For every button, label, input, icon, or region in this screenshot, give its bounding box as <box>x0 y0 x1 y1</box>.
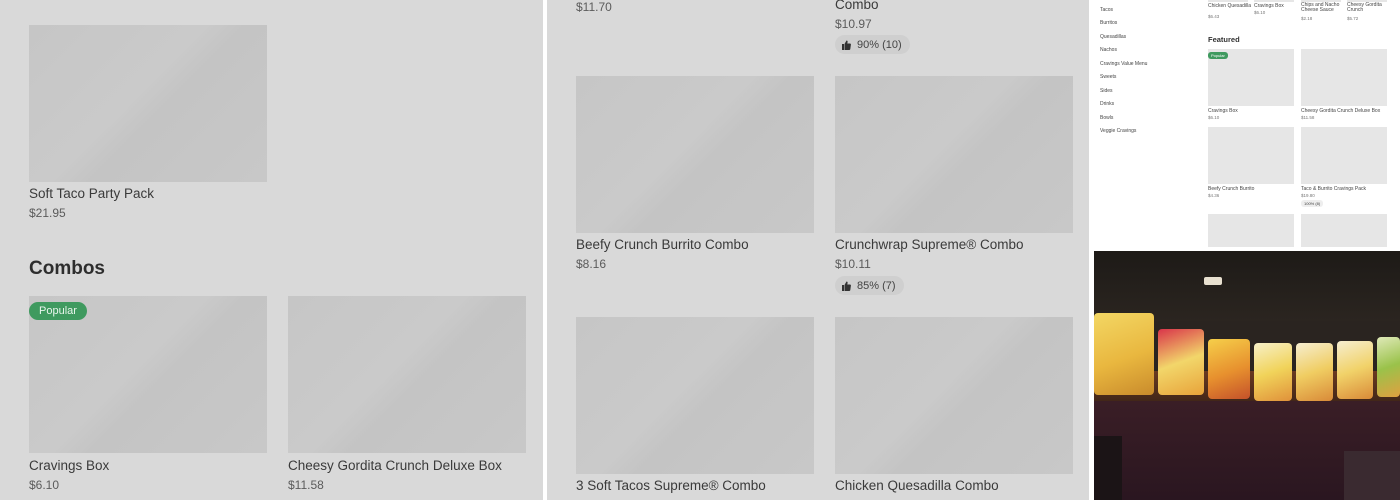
sidebar-item-cravings-value-menu[interactable]: Cravings Value Menu <box>1100 61 1147 67</box>
featured-item-image[interactable] <box>1208 214 1294 247</box>
top-item-price: $2.18 <box>1301 16 1313 21</box>
restaurant-menu-board-photo <box>1094 251 1400 500</box>
featured-item-price: $6.10 <box>1208 115 1220 120</box>
beefy-crunch-burrito-combo-image[interactable] <box>576 76 814 233</box>
featured-item-name[interactable]: Cravings Box <box>1208 108 1238 114</box>
sidebar-item-sides[interactable]: Sides <box>1100 88 1113 94</box>
menu-board-5 <box>1296 343 1333 401</box>
crunchwrap-supreme-combo-price: $10.11 <box>835 257 871 271</box>
sidebar-item-sweets[interactable]: Sweets <box>1100 74 1116 80</box>
soft-tacos-supreme-combo-name[interactable]: 3 Soft Tacos Supreme® Combo <box>576 478 766 493</box>
top-item-price: $5.72 <box>1347 16 1359 21</box>
sidebar-item-nachos[interactable]: Nachos <box>1100 47 1117 53</box>
menu-panel-left: Soft Taco Party Pack $21.95 Combos Popul… <box>0 0 543 500</box>
menu-board-4 <box>1254 343 1292 401</box>
crunchwrap-supreme-combo-image[interactable] <box>835 76 1073 233</box>
featured-item-image[interactable] <box>1301 127 1387 184</box>
top-right-item-name[interactable]: Combo <box>835 0 879 12</box>
sidebar-item-quesadillas[interactable]: Quesadillas <box>1100 34 1126 40</box>
top-item-image[interactable] <box>1208 0 1248 2</box>
featured-item-name[interactable]: Beefy Crunch Burrito <box>1208 186 1254 192</box>
featured-item-image[interactable] <box>1208 127 1294 184</box>
thumbs-up-icon <box>842 40 851 50</box>
cravings-box-name[interactable]: Cravings Box <box>29 458 109 473</box>
doorway <box>1094 436 1122 500</box>
ceiling <box>1094 251 1400 321</box>
featured-item-name[interactable]: Cheesy Gordita Crunch Deluxe Box <box>1301 108 1380 114</box>
chicken-quesadilla-combo-name[interactable]: Chicken Quesadilla Combo <box>835 478 999 493</box>
top-item-name[interactable]: Chips and Nacho Cheese Sauce <box>1301 3 1347 13</box>
menu-board-6 <box>1337 341 1373 399</box>
popular-badge: Popular <box>29 302 87 320</box>
popular-badge: Popular <box>1208 52 1228 59</box>
screenshot-collage: Soft Taco Party Pack $21.95 Combos Popul… <box>0 0 1400 500</box>
menu-overview-thumbnail: Tacos Burritos Quesadillas Nachos Cravin… <box>1094 0 1400 247</box>
combos-section-title: Combos <box>29 258 105 279</box>
top-item-price: $6.43 <box>1208 14 1220 19</box>
rating-text: 90% (10) <box>857 38 902 51</box>
drink-station <box>1344 451 1400 500</box>
beefy-crunch-burrito-combo-price: $8.16 <box>576 257 607 271</box>
soft-taco-party-pack-price: $21.95 <box>29 206 66 220</box>
featured-item-image[interactable] <box>1301 49 1387 106</box>
menu-panel-middle: $11.70 Combo $10.97 90% (10) Beefy Crunc… <box>547 0 1089 500</box>
top-item-name[interactable]: Cheesy Gordita Crunch <box>1347 3 1395 13</box>
featured-item-rating: 100% (8) <box>1301 200 1324 207</box>
menu-board-2 <box>1158 329 1204 395</box>
top-right-item-price: $10.97 <box>835 17 872 31</box>
sidebar-item-bowls[interactable]: Bowls <box>1100 115 1113 121</box>
cheesy-gordita-crunch-deluxe-box-price: $11.58 <box>288 478 324 492</box>
cheesy-gordita-crunch-deluxe-box-name[interactable]: Cheesy Gordita Crunch Deluxe Box <box>288 458 502 473</box>
rating-text: 85% (7) <box>857 279 896 292</box>
thumbs-up-icon <box>842 281 851 291</box>
cheesy-gordita-crunch-deluxe-box-image[interactable] <box>288 296 526 453</box>
featured-item-image[interactable] <box>1301 214 1387 247</box>
sidebar-item-drinks[interactable]: Drinks <box>1100 101 1114 107</box>
sidebar-item-veggie-cravings[interactable]: Veggie Cravings <box>1100 128 1136 134</box>
featured-item-price: $19.80 <box>1301 193 1315 198</box>
featured-item-name[interactable]: Taco & Burrito Cravings Pack <box>1301 186 1366 192</box>
exit-light <box>1204 277 1222 285</box>
chicken-quesadilla-combo-image[interactable] <box>835 317 1073 474</box>
top-item-image[interactable] <box>1254 0 1294 2</box>
top-item-name[interactable]: Cravings Box <box>1254 3 1284 9</box>
beefy-crunch-burrito-combo-name[interactable]: Beefy Crunch Burrito Combo <box>576 237 749 252</box>
menu-board-7 <box>1377 337 1400 397</box>
soft-taco-party-pack-image[interactable] <box>29 25 267 182</box>
sidebar-item-burritos[interactable]: Burritos <box>1100 20 1117 26</box>
featured-item-price: $4.36 <box>1208 193 1220 198</box>
menu-board-1 <box>1094 313 1154 395</box>
crunchwrap-supreme-combo-name[interactable]: Crunchwrap Supreme® Combo <box>835 237 1024 252</box>
crunchwrap-rating: 85% (7) <box>835 276 904 295</box>
top-item-name[interactable]: Chicken Quesadilla <box>1208 3 1251 9</box>
soft-taco-party-pack-name[interactable]: Soft Taco Party Pack <box>29 186 154 201</box>
menu-board-3 <box>1208 339 1250 399</box>
featured-item-price: $11.58 <box>1301 115 1315 120</box>
top-left-item-price: $11.70 <box>576 0 612 14</box>
cravings-box-price: $6.10 <box>29 478 60 492</box>
top-right-item-rating: 90% (10) <box>835 35 910 54</box>
soft-tacos-supreme-combo-image[interactable] <box>576 317 814 474</box>
sidebar-item-tacos[interactable]: Tacos <box>1100 7 1113 13</box>
featured-section-title: Featured <box>1208 35 1240 44</box>
top-item-price: $6.10 <box>1254 10 1266 15</box>
